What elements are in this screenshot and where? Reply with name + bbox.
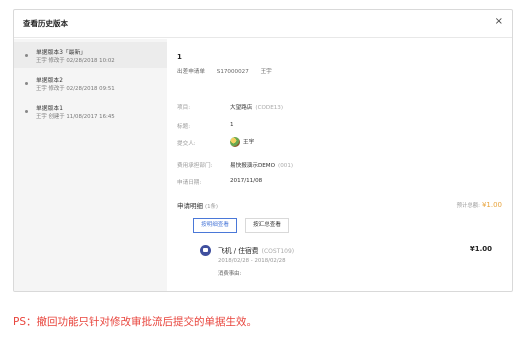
expense-title[interactable]: 飞机 / 住宿费 (COST109) (218, 245, 294, 255)
sidebar-item-subtitle: 王宇 创建于 11/08/2017 16:45 (36, 114, 115, 120)
sidebar-item-version-1[interactable]: 单据版本1 王宇 创建于 11/08/2017 16:45 (14, 98, 167, 124)
details-title-text: 申请明细 (177, 202, 203, 210)
expense-code: (COST109) (261, 248, 295, 255)
date-value: 2017/11/08 (230, 178, 263, 184)
project-label: 项目: (177, 105, 191, 111)
dept-value: 易快报演示DEMO (001) (230, 161, 293, 169)
submitter-value: 王宇 (230, 137, 254, 147)
modal-header: 查看历史版本 × (14, 10, 512, 38)
expense-amount: ¥1.00 (469, 245, 492, 253)
dept-name: 易快报演示DEMO (230, 163, 276, 169)
submitter-name: 王宇 (243, 139, 255, 146)
document-id: S17000027 (216, 69, 249, 75)
sidebar-item-version-3[interactable]: 单据版本3「最新」 王宇 修改于 02/28/2018 10:02 (14, 42, 167, 68)
close-icon[interactable]: × (495, 16, 503, 27)
total-amount: ¥1.00 (481, 201, 502, 209)
title-label: 标题: (177, 124, 191, 130)
tab-by-detail[interactable]: 按明细查看 (193, 218, 237, 233)
date-label: 申请日期: (177, 180, 202, 186)
modal-title: 查看历史版本 (23, 19, 68, 28)
document-content: 1 出差申请单 S17000027 王宇 项目: 大望路店 (CODE13) 标题… (167, 39, 512, 291)
dept-code: (001) (278, 163, 294, 169)
project-value: 大望路店 (CODE13) (230, 103, 283, 111)
sidebar-item-title: 单据版本1 (36, 106, 63, 112)
bullet-icon (25, 110, 28, 113)
document-type: 出差申请单 (177, 69, 205, 75)
sidebar-item-subtitle: 王宇 修改于 02/28/2018 09:51 (36, 86, 115, 92)
document-meta: 出差申请单 S17000027 王宇 (177, 67, 282, 75)
sidebar-item-version-2[interactable]: 单据版本2 王宇 修改于 02/28/2018 09:51 (14, 70, 167, 96)
document-number: 1 (177, 53, 182, 61)
avatar (230, 137, 240, 147)
tab-by-summary[interactable]: 按汇总查看 (245, 218, 289, 233)
bullet-icon (25, 82, 28, 85)
details-title: 申请明细 (1条) (177, 200, 218, 210)
details-count: (1条) (205, 204, 219, 210)
dept-label: 费用承担部门: (177, 163, 213, 169)
sidebar-item-subtitle: 王宇 修改于 02/28/2018 10:02 (36, 58, 115, 64)
submitter-label: 提交人: (177, 141, 196, 147)
expense-date-range: 2018/02/28 - 2018/02/28 (218, 258, 286, 264)
ps-note: PS：撤回功能只针对修改审批流后提交的单据生效。 (13, 316, 257, 328)
title-value: 1 (230, 122, 234, 128)
bullet-icon (25, 54, 28, 57)
total-label-text: 预计总额: (456, 203, 480, 209)
expense-name: 飞机 / 住宿费 (218, 247, 259, 255)
estimated-total: 预计总额: ¥1.00 (457, 201, 502, 209)
sidebar-item-title: 单据版本3「最新」 (36, 50, 87, 56)
project-code: (CODE13) (255, 105, 284, 111)
project-name: 大望路店 (230, 105, 253, 111)
version-sidebar: 单据版本3「最新」 王宇 修改于 02/28/2018 10:02 单据版本2 … (14, 39, 167, 291)
expense-reason: 消费事由: (218, 271, 242, 277)
history-version-modal: 查看历史版本 × 单据版本3「最新」 王宇 修改于 02/28/2018 10:… (13, 9, 513, 292)
sidebar-item-title: 单据版本2 (36, 78, 63, 84)
transport-icon (200, 245, 211, 256)
document-user: 王宇 (260, 69, 272, 75)
